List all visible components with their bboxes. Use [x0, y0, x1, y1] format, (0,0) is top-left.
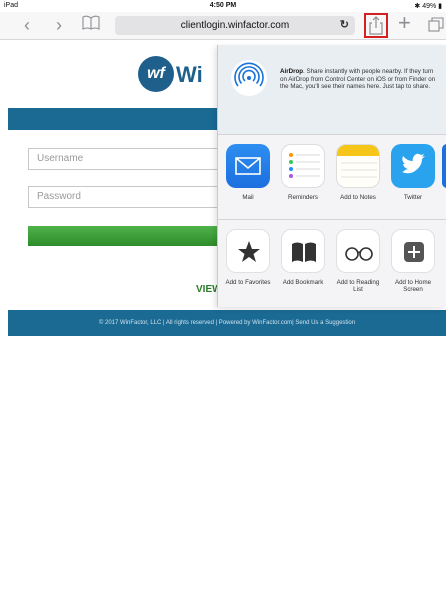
mail-icon: [226, 144, 270, 188]
share-app-label: Add to Notes: [340, 194, 376, 201]
share-app-notes[interactable]: Add to Notes: [332, 144, 384, 201]
action-add-bookmark[interactable]: Add Bookmark: [277, 229, 329, 286]
share-app-reminders[interactable]: Reminders: [277, 144, 329, 201]
action-add-to-home-screen[interactable]: Add to Home Screen: [387, 229, 439, 293]
bookmarks-button[interactable]: [82, 15, 100, 36]
airdrop-icon: [231, 60, 267, 96]
share-app-label: Reminders: [288, 194, 318, 201]
book-icon: [281, 229, 325, 273]
twitter-icon: [391, 144, 435, 188]
logo-wordmark: Wi: [176, 62, 203, 87]
tabs-button[interactable]: [428, 17, 444, 38]
clock: 4:50 PM: [209, 2, 237, 9]
action-add-to-reading-list[interactable]: Add to Reading List: [332, 229, 384, 293]
share-app-overflow[interactable]: [442, 144, 446, 188]
reload-icon[interactable]: ↻: [340, 16, 349, 35]
username-field[interactable]: Username: [28, 148, 228, 170]
share-button[interactable]: [364, 13, 388, 38]
back-button[interactable]: ‹: [24, 15, 30, 35]
forward-button[interactable]: ›: [56, 15, 62, 35]
plus-square-icon: [391, 229, 435, 273]
browser-toolbar: ‹ › clientlogin.winfactor.com ↻ +: [0, 12, 446, 40]
battery-percent: 49%: [422, 3, 437, 10]
address-bar[interactable]: clientlogin.winfactor.com ↻: [115, 16, 355, 35]
password-field[interactable]: Password: [28, 186, 228, 208]
star-icon: [226, 229, 270, 273]
book-open-icon: [82, 15, 100, 30]
status-bar: iPad 4:50 PM ✱ 49% ▮: [0, 0, 446, 12]
airdrop-description: AirDrop. Share instantly with people nea…: [280, 68, 440, 91]
share-app-label: Twitter: [403, 194, 423, 201]
share-app-twitter[interactable]: Twitter: [387, 144, 439, 201]
action-label: Add to Favorites: [225, 279, 271, 286]
share-app-mail[interactable]: Mail: [222, 144, 274, 201]
divider: [218, 219, 446, 220]
winfactor-logo: wf: [138, 56, 174, 92]
url-text: clientlogin.winfactor.com: [180, 20, 290, 31]
divider: [218, 134, 446, 135]
battery-indicator: ✱ 49% ▮: [414, 3, 442, 10]
tabs-icon: [428, 17, 444, 32]
new-tab-button[interactable]: +: [398, 12, 411, 34]
reminders-icon: [281, 144, 325, 188]
action-add-to-favorites[interactable]: Add to Favorites: [222, 229, 274, 286]
more-apps-icon: [442, 144, 446, 188]
airdrop-section[interactable]: AirDrop. Share instantly with people nea…: [218, 45, 446, 134]
action-label: Add to Reading List: [336, 279, 380, 293]
action-label: Add to Home Screen: [394, 279, 432, 293]
share-sheet: AirDrop. Share instantly with people nea…: [217, 45, 446, 307]
page-footer: © 2017 WinFactor, LLC | All rights reser…: [8, 310, 446, 336]
airdrop-body: . Share instantly with people nearby. If…: [280, 68, 436, 90]
airdrop-title: AirDrop: [280, 68, 304, 75]
action-label: Add Bookmark: [282, 279, 324, 286]
share-icon: [369, 16, 383, 35]
share-app-label: Mail: [242, 194, 254, 201]
notes-icon: [336, 144, 380, 188]
login-button[interactable]: [28, 226, 228, 246]
glasses-icon: [336, 229, 380, 273]
